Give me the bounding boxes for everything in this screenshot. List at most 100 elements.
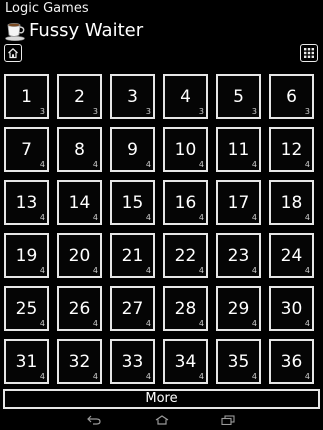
coffee-cup-icon — [5, 23, 25, 41]
level-tile[interactable]: 15 4 — [110, 180, 155, 225]
level-tile[interactable]: 63 — [269, 74, 314, 119]
level-tile[interactable]: 33 — [110, 74, 155, 119]
level-number: 34 — [174, 352, 197, 372]
game-title: Fussy Waiter — [29, 20, 144, 41]
level-tile[interactable]: 19 4 — [4, 233, 49, 278]
level-number: 16 — [174, 193, 197, 213]
level-badge: 4 — [251, 372, 257, 381]
level-tile[interactable]: 23 — [57, 74, 102, 119]
level-tile[interactable]: 23 4 — [216, 233, 261, 278]
level-tile[interactable]: 11 4 — [216, 127, 261, 172]
level-badge: 4 — [145, 213, 151, 222]
level-tile[interactable]: 10 4 — [163, 127, 208, 172]
nav-home-icon — [155, 415, 169, 425]
level-number: 13 — [15, 193, 38, 213]
level-badge: 4 — [198, 266, 204, 275]
level-number: 33 — [121, 352, 144, 372]
recent-apps-button[interactable] — [221, 413, 235, 427]
level-number: 25 — [15, 299, 38, 319]
level-number: 15 — [121, 193, 144, 213]
level-number: 35 — [227, 352, 250, 372]
level-tile[interactable]: 32 4 — [57, 339, 102, 384]
level-number: 8 — [74, 140, 85, 160]
level-tile[interactable]: 25 4 — [4, 286, 49, 331]
app-title: Logic Games — [5, 1, 89, 16]
level-tile[interactable]: 14 4 — [57, 180, 102, 225]
level-number: 4 — [180, 87, 191, 107]
level-number: 36 — [280, 352, 303, 372]
level-tile[interactable]: 36 4 — [269, 339, 314, 384]
level-badge: 3 — [145, 107, 151, 116]
level-tile[interactable]: 34 4 — [163, 339, 208, 384]
grid-menu-button[interactable] — [300, 44, 318, 62]
level-tile[interactable]: 84 — [57, 127, 102, 172]
level-badge: 4 — [145, 372, 151, 381]
nav-home-button[interactable] — [155, 413, 169, 427]
level-number: 3 — [127, 87, 138, 107]
level-tile[interactable]: 30 4 — [269, 286, 314, 331]
level-badge: 4 — [92, 213, 98, 222]
level-tile[interactable]: 16 4 — [163, 180, 208, 225]
level-tile[interactable]: 27 4 — [110, 286, 155, 331]
level-number: 23 — [227, 246, 250, 266]
level-tile[interactable]: 26 4 — [57, 286, 102, 331]
level-number: 31 — [15, 352, 38, 372]
level-number: 19 — [15, 246, 38, 266]
home-button[interactable] — [4, 44, 22, 62]
level-number: 30 — [280, 299, 303, 319]
level-number: 10 — [174, 140, 197, 160]
level-number: 12 — [280, 140, 303, 160]
level-tile[interactable]: 12 4 — [269, 127, 314, 172]
level-number: 24 — [280, 246, 303, 266]
level-tile[interactable]: 33 4 — [110, 339, 155, 384]
level-number: 27 — [121, 299, 144, 319]
level-tile[interactable]: 21 4 — [110, 233, 155, 278]
level-badge: 4 — [39, 319, 45, 328]
level-tile[interactable]: 43 — [163, 74, 208, 119]
level-tile[interactable]: 13 4 — [4, 180, 49, 225]
level-tile[interactable]: 17 4 — [216, 180, 261, 225]
level-number: 20 — [68, 246, 91, 266]
level-tile[interactable]: 74 — [4, 127, 49, 172]
level-badge: 4 — [39, 266, 45, 275]
level-tile[interactable]: 20 4 — [57, 233, 102, 278]
level-tile[interactable]: 35 4 — [216, 339, 261, 384]
level-number: 2 — [74, 87, 85, 107]
level-badge: 4 — [145, 319, 151, 328]
level-badge: 3 — [198, 107, 204, 116]
level-tile[interactable]: 22 4 — [163, 233, 208, 278]
game-header: Fussy Waiter — [4, 19, 143, 43]
level-tile[interactable]: 31 4 — [4, 339, 49, 384]
level-tile[interactable]: 18 4 — [269, 180, 314, 225]
level-badge: 4 — [304, 266, 310, 275]
level-tile[interactable]: 53 — [216, 74, 261, 119]
level-badge: 4 — [39, 213, 45, 222]
level-number: 6 — [286, 87, 297, 107]
level-badge: 4 — [251, 213, 257, 222]
level-badge: 4 — [92, 160, 98, 169]
more-button[interactable]: More — [3, 389, 320, 409]
level-badge: 4 — [198, 372, 204, 381]
level-tile[interactable]: 24 4 — [269, 233, 314, 278]
level-tile[interactable]: 13 — [4, 74, 49, 119]
level-badge: 3 — [39, 107, 45, 116]
level-number: 7 — [21, 140, 32, 160]
level-badge: 4 — [39, 372, 45, 381]
level-number: 1 — [21, 87, 32, 107]
level-tile[interactable]: 94 — [110, 127, 155, 172]
level-number: 18 — [280, 193, 303, 213]
level-badge: 3 — [251, 107, 257, 116]
level-badge: 4 — [198, 319, 204, 328]
level-grid: 1 3 2 3 3 3 4 3 5 3 6 3 7 4 8 4 9 4 10 4 11 4 12 4 13 4 14 4 15 4 16 4 1… — [4, 74, 319, 384]
back-button[interactable] — [87, 413, 101, 427]
recent-apps-icon — [221, 415, 235, 425]
level-badge: 4 — [92, 319, 98, 328]
level-number: 11 — [227, 140, 250, 160]
level-tile[interactable]: 29 4 — [216, 286, 261, 331]
level-badge: 3 — [92, 107, 98, 116]
level-tile[interactable]: 28 4 — [163, 286, 208, 331]
level-badge: 4 — [304, 319, 310, 328]
level-badge: 4 — [92, 266, 98, 275]
level-badge: 4 — [39, 160, 45, 169]
level-number: 5 — [233, 87, 244, 107]
